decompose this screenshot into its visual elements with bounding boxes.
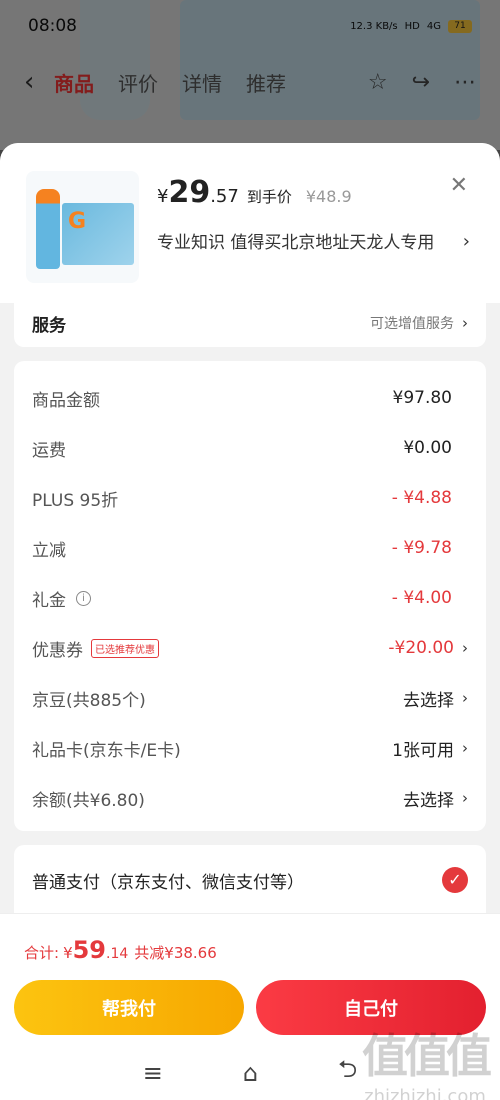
back-nav-icon[interactable]: ⮌ <box>338 1052 357 1093</box>
info-icon[interactable]: i <box>76 590 91 606</box>
fee-value: ¥97.80 <box>392 388 452 408</box>
fee-label: 余额(共¥6.80) <box>32 786 145 811</box>
fee-label-text: 余额(共¥6.80) <box>32 790 145 811</box>
checkout-sheet: G ¥ 29 .57 到手价 ¥48.9 ✕ 专业知识 值得买北京地址天龙人专用… <box>0 143 500 1100</box>
payment-method-label: 普通支付（京东支付、微信支付等） <box>32 872 304 893</box>
fee-value: - ¥4.00 <box>391 588 452 608</box>
chevron-right-icon: › <box>462 689 468 707</box>
fee-label-text: PLUS 95折 <box>32 490 119 511</box>
watermark-logo: 值值值 <box>362 1029 492 1083</box>
shipping-address[interactable]: 专业知识 值得买北京地址天龙人专用 <box>157 231 457 255</box>
chevron-right-icon: › <box>462 789 468 807</box>
price-currency: ¥ <box>157 186 169 207</box>
service-row[interactable]: 服务 可选增值服务 › <box>14 299 486 347</box>
service-label: 服务 <box>32 315 66 336</box>
watermark-url: zhizhizhi.com <box>364 1086 486 1100</box>
fee-value: - ¥9.78 <box>391 538 452 558</box>
help-me-pay-button[interactable]: 帮我付 <box>14 980 244 1035</box>
chevron-right-icon: › <box>462 314 468 332</box>
fee-value: -¥20.00 <box>388 638 454 658</box>
fee-label-text: 运费 <box>32 440 66 461</box>
checkmark-icon[interactable]: ✓ <box>442 867 468 893</box>
fee-row: PLUS 95折 - ¥4.88 <box>14 473 486 523</box>
close-icon[interactable]: ✕ <box>450 173 468 198</box>
product-thumbnail: G <box>26 171 139 283</box>
fee-row: 礼金 i - ¥4.00 <box>14 573 486 623</box>
price-integer: 29 <box>168 175 211 210</box>
fee-label-text: 京豆(共885个) <box>32 690 146 711</box>
bottle-image <box>36 189 60 269</box>
fee-label-text: 礼品卡(京东卡/E卡) <box>32 740 181 761</box>
fee-label-text: 商品金额 <box>32 390 100 411</box>
fee-label: PLUS 95折 <box>32 486 118 511</box>
box-image: G <box>62 203 134 265</box>
fee-value: 1张可用 <box>392 740 454 761</box>
fee-label-text: 立减 <box>32 540 66 561</box>
total-bar: 合计: ¥ 59 .14 共减¥38.66 <box>0 913 500 975</box>
fee-label: 礼金 i <box>32 586 91 611</box>
fee-value: - ¥4.88 <box>391 488 452 508</box>
total-integer: 59 <box>72 936 107 964</box>
fee-label-text: 优惠券 <box>32 640 83 661</box>
price-row: ¥ 29 .57 到手价 ¥48.9 <box>157 175 352 210</box>
price-tag: 到手价 <box>246 188 292 206</box>
chevron-right-icon: › <box>462 739 468 757</box>
fee-label: 优惠券 已选推荐优惠 <box>32 636 159 661</box>
fee-label: 商品金额 <box>32 386 100 411</box>
fee-label: 运费 <box>32 436 66 461</box>
price-decimal: .57 <box>210 186 239 207</box>
product-header: G ¥ 29 .57 到手价 ¥48.9 ✕ 专业知识 值得买北京地址天龙人专用… <box>0 143 500 303</box>
home-icon[interactable]: ⌂ <box>243 1059 258 1087</box>
fee-row[interactable]: 京豆(共885个) 去选择 › <box>14 673 486 723</box>
recommended-badge: 已选推荐优惠 <box>91 638 159 658</box>
fee-label: 礼品卡(京东卡/E卡) <box>32 736 181 761</box>
fee-label-text: 礼金 <box>32 590 66 611</box>
chevron-right-icon[interactable]: › <box>463 231 470 252</box>
total-label: 合计: <box>24 944 60 962</box>
fee-row: 立减 - ¥9.78 <box>14 523 486 573</box>
fee-row[interactable]: 礼品卡(京东卡/E卡) 1张可用 › <box>14 723 486 773</box>
fee-value: ¥0.00 <box>403 438 452 458</box>
fee-list: 商品金额 ¥97.80 运费 ¥0.00 PLUS 95折 - ¥4.88 立减 - ¥9.7… <box>14 361 486 831</box>
fee-label: 立减 <box>32 536 66 561</box>
chevron-right-icon: › <box>462 639 468 657</box>
total-currency: ¥ <box>63 944 73 962</box>
brand-logo-icon: G <box>68 209 87 234</box>
fee-row[interactable]: 优惠券 已选推荐优惠 -¥20.00 › <box>14 623 486 673</box>
fee-value: 去选择 <box>403 790 454 811</box>
menu-icon[interactable]: ≡ <box>143 1059 163 1087</box>
payment-method-row[interactable]: 普通支付（京东支付、微信支付等） ✓ <box>14 845 486 915</box>
watermark: 值值值 zhizhizhi.com <box>362 1020 492 1100</box>
original-price: ¥48.9 <box>305 187 352 206</box>
fee-label: 京豆(共885个) <box>32 686 146 711</box>
fee-row[interactable]: 余额(共¥6.80) 去选择 › <box>14 773 486 823</box>
fee-row: 商品金额 ¥97.80 <box>14 373 486 423</box>
total-decimal: .14 <box>106 946 129 962</box>
service-option: 可选增值服务 <box>370 316 454 332</box>
total-saved: 共减¥38.66 <box>134 944 217 962</box>
fee-value: 去选择 <box>403 690 454 711</box>
fee-row: 运费 ¥0.00 <box>14 423 486 473</box>
